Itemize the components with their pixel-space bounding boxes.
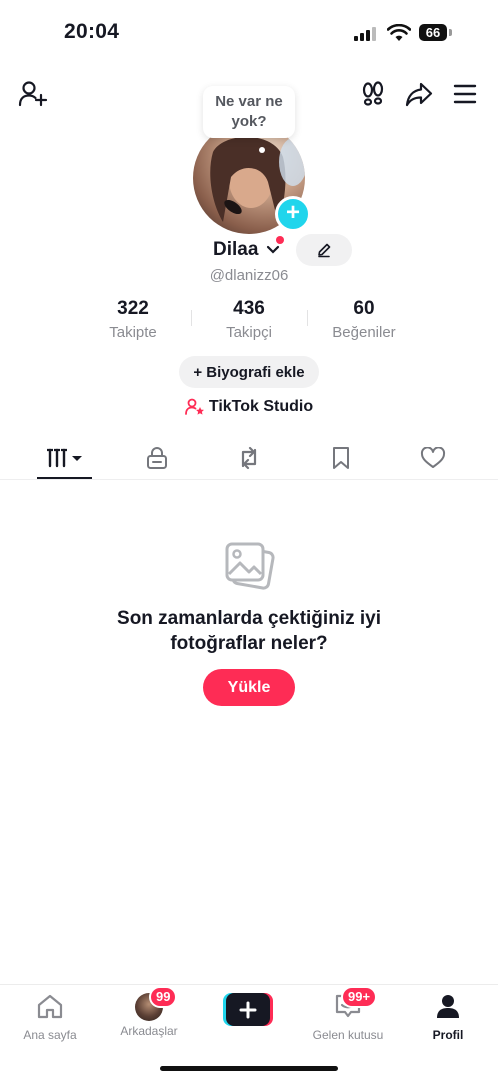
home-icon	[37, 994, 63, 1019]
username: @dlanizz06	[209, 267, 289, 284]
tab-favorites[interactable]	[311, 440, 371, 476]
heart-icon	[420, 447, 446, 468]
bubble-tail-dot	[259, 147, 265, 153]
create-button[interactable]	[223, 993, 273, 1026]
cellular-signal-icon	[354, 26, 378, 41]
stat-following-value: 322	[117, 298, 149, 319]
nav-home-label: Ana sayfa	[23, 1028, 77, 1042]
display-name[interactable]: Dilaa	[213, 239, 280, 261]
empty-state-line1: Son zamanlarda çektiğiniz iyi	[117, 608, 381, 629]
stat-divider	[191, 310, 192, 326]
tab-private[interactable]	[127, 440, 187, 476]
battery-indicator: 66	[419, 24, 447, 41]
empty-state-message: Son zamanlarda çektiğiniz iyi fotoğrafla…	[0, 606, 498, 656]
stat-likes-value: 60	[353, 298, 375, 319]
wifi-icon	[387, 24, 411, 41]
hamburger-menu-icon[interactable]	[453, 83, 477, 105]
chevron-down-icon	[266, 245, 279, 254]
repost-icon	[241, 446, 257, 470]
stat-following-label: Takipte	[109, 324, 157, 341]
nav-profile[interactable]: Profil	[398, 993, 498, 1042]
footprints-icon[interactable]	[360, 81, 386, 107]
add-bio-button[interactable]: + Biyografi ekle	[179, 356, 319, 388]
stat-followers-value: 436	[233, 298, 265, 319]
empty-state-line2: fotoğraflar neler?	[170, 633, 328, 654]
stat-divider	[307, 310, 308, 326]
upload-button[interactable]: Yükle	[203, 669, 295, 706]
nav-profile-label: Profil	[432, 1028, 464, 1042]
tabs-divider	[0, 479, 498, 480]
grid-videos-icon	[47, 448, 82, 468]
pencil-icon	[318, 243, 331, 258]
nav-home[interactable]: Ana sayfa	[0, 993, 100, 1042]
notification-dot	[276, 236, 284, 244]
stat-likes-label: Beğeniler	[332, 324, 396, 341]
home-indicator	[160, 1066, 338, 1071]
plus-icon	[239, 1001, 257, 1018]
display-name-text: Dilaa	[213, 239, 259, 260]
lock-icon	[147, 447, 167, 469]
inbox-badge: 99+	[341, 986, 378, 1008]
tab-reposts[interactable]	[219, 440, 279, 476]
tab-videos[interactable]	[35, 440, 95, 476]
stat-followers[interactable]: 436 Takipçi	[194, 298, 304, 341]
nav-friends-label: Arkadaşlar	[120, 1024, 178, 1038]
tab-liked[interactable]	[403, 440, 463, 476]
tiktok-studio-link[interactable]: TikTok Studio	[0, 398, 498, 416]
photos-icon	[225, 542, 275, 590]
stat-following[interactable]: 322 Takipte	[78, 298, 188, 341]
tiktok-studio-label: TikTok Studio	[208, 398, 314, 415]
stat-likes[interactable]: 60 Beğeniler	[309, 298, 419, 341]
person-plus-icon[interactable]	[18, 80, 48, 108]
bookmark-icon	[333, 447, 349, 469]
add-story-button[interactable]: +	[275, 196, 311, 232]
creator-star-icon	[184, 398, 204, 415]
status-time: 20:04	[64, 20, 120, 43]
nav-inbox-label: Gelen kutusu	[312, 1028, 384, 1042]
edit-profile-button[interactable]	[296, 234, 352, 266]
profile-person-icon	[437, 995, 459, 1018]
friends-badge: 99	[149, 986, 178, 1008]
status-bubble[interactable]: Ne var ne yok?	[203, 86, 295, 138]
share-arrow-icon[interactable]	[405, 81, 433, 107]
stat-followers-label: Takipçi	[226, 324, 272, 341]
battery-tip	[449, 29, 452, 36]
